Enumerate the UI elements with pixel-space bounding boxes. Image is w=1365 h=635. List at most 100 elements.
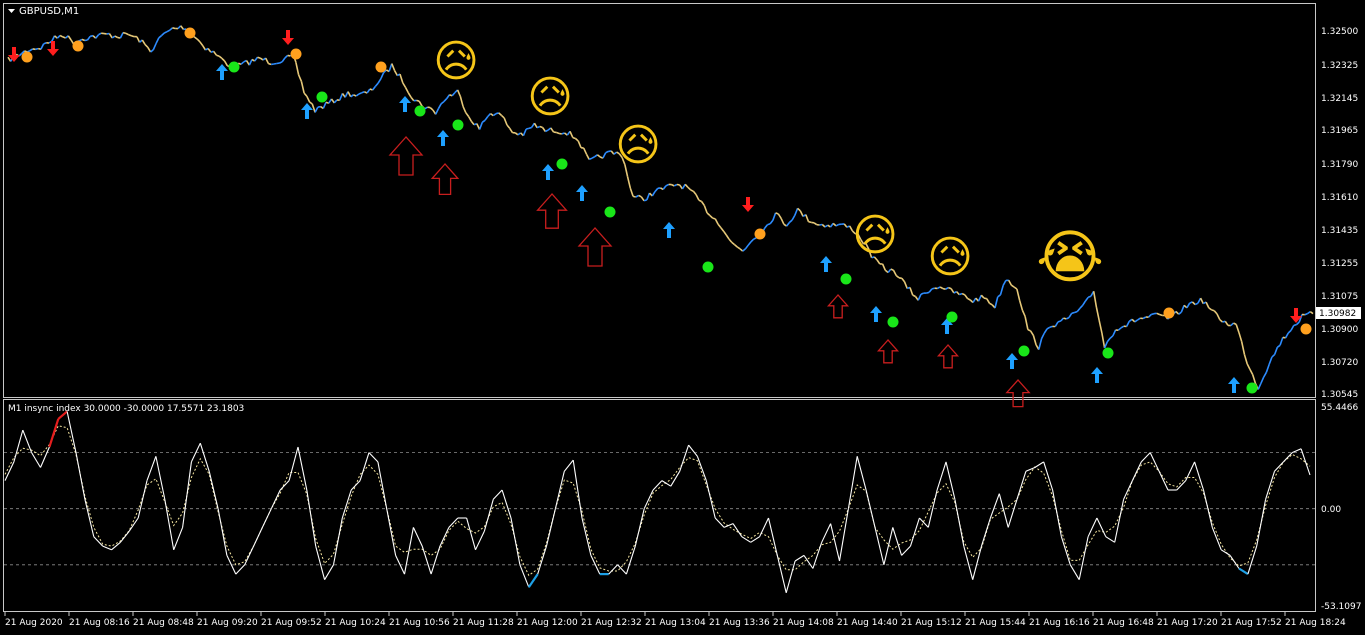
price-bar	[287, 54, 291, 57]
sad-face-emoji-icon: 😥	[527, 72, 573, 123]
sad-face-emoji-icon: 😥	[433, 36, 479, 87]
price-bar	[131, 35, 135, 38]
time-label: 21 Aug 08:16	[69, 618, 130, 628]
sell-dot-icon	[754, 228, 766, 240]
sell-dot-icon	[21, 51, 33, 63]
buy-dot-icon	[1102, 347, 1114, 359]
price-bar	[808, 220, 812, 224]
price-bar	[1304, 312, 1308, 316]
price-bar	[819, 223, 823, 226]
price-tick: 1.30720	[1321, 358, 1358, 368]
price-bar	[536, 125, 541, 129]
buy-dot-icon	[1246, 382, 1258, 394]
price-bar	[361, 91, 365, 94]
buy-dot-icon	[556, 158, 568, 170]
buy-dot-icon	[452, 119, 464, 131]
price-bar	[1057, 320, 1062, 323]
time-label: 21 Aug 13:04	[645, 618, 706, 628]
price-bar	[561, 132, 565, 135]
indicator-scale-zero: 0.00	[1321, 505, 1341, 515]
price-bar	[528, 126, 532, 130]
buy-dot-icon	[702, 261, 714, 273]
price-bar	[317, 105, 321, 108]
buy-dot-icon	[228, 61, 240, 73]
price-tick: 1.31610	[1321, 193, 1358, 203]
time-label: 21 Aug 16:48	[1093, 618, 1154, 628]
sell-dot-icon	[72, 40, 84, 52]
price-bar	[1027, 328, 1031, 332]
price-bar	[1211, 309, 1215, 312]
price-tick: 1.31075	[1321, 292, 1358, 302]
price-bar	[898, 277, 902, 280]
buy-dot-icon	[604, 206, 616, 218]
price-bar	[257, 56, 261, 59]
indicator-title: M1 insync index 30.0000 -30.0000 17.5571…	[8, 404, 244, 414]
price-bar	[931, 287, 935, 290]
price-bar	[588, 157, 593, 161]
sad-face-emoji-icon: 😭	[1036, 223, 1104, 291]
price-tick: 1.30900	[1321, 325, 1358, 335]
time-label: 21 Aug 16:16	[1029, 618, 1090, 628]
time-label: 21 Aug 11:28	[453, 618, 514, 628]
time-label: 21 Aug 15:44	[965, 618, 1026, 628]
price-bar	[35, 47, 39, 51]
price-bar	[942, 287, 946, 290]
price-bar	[948, 286, 952, 290]
price-tick: 1.32325	[1321, 61, 1358, 71]
buy-dot-icon	[316, 91, 328, 103]
price-bar	[890, 268, 894, 271]
price-bar	[358, 92, 363, 95]
sad-face-emoji-icon: 😥	[615, 120, 661, 171]
sell-dot-icon	[375, 61, 387, 73]
price-tick: 1.31255	[1321, 259, 1358, 269]
price-bar	[961, 292, 966, 296]
price-bar	[556, 131, 560, 135]
price-bar	[1087, 295, 1092, 299]
main-panel-frame	[3, 3, 1316, 398]
price-bar	[43, 42, 47, 45]
price-bar	[1293, 323, 1297, 327]
indicator-panel-frame	[3, 399, 1316, 612]
price-bar	[775, 212, 779, 215]
indicator-scale-max: 55.4466	[1321, 403, 1358, 413]
time-label: 21 Aug 15:12	[901, 618, 962, 628]
time-label: 21 Aug 18:24	[1285, 618, 1346, 628]
sad-face-emoji-icon: 😥	[927, 232, 973, 283]
price-bar	[128, 33, 132, 37]
price-bar	[81, 38, 86, 42]
time-label: 21 Aug 10:24	[325, 618, 386, 628]
price-bar	[122, 31, 127, 35]
price-bar	[1194, 302, 1199, 306]
time-label: 21 Aug 2020	[5, 618, 63, 628]
price-bar	[1049, 325, 1053, 329]
price-bar	[1074, 310, 1078, 314]
price-tick: 1.31435	[1321, 226, 1358, 236]
price-tick: 1.31790	[1321, 160, 1358, 170]
price-bar	[920, 292, 925, 295]
buy-dot-icon	[1018, 345, 1030, 357]
price-bar	[926, 291, 930, 294]
price-bar	[712, 217, 716, 220]
price-bar	[1063, 317, 1067, 320]
price-bar	[1156, 312, 1160, 316]
time-axis: 21 Aug 2020 21 Aug 08:16 21 Aug 08:48 21 Au…	[4, 612, 1346, 628]
price-axis: 1.32500 1.32325 1.32145 1.31965 1.31790 …	[1321, 27, 1358, 400]
price-bar	[1159, 313, 1163, 317]
price-bar	[572, 136, 576, 140]
price-bar	[539, 125, 543, 129]
current-price-label: 1.30982	[1319, 309, 1356, 319]
price-bar	[416, 99, 420, 102]
chart-window[interactable]: GBPUSD,M1 M1 insync index 30.0000 -30.00…	[0, 0, 1365, 635]
buy-dot-icon	[946, 311, 958, 323]
price-bar	[1071, 311, 1075, 315]
sell-dot-icon	[1163, 307, 1175, 319]
time-label: 21 Aug 14:40	[837, 618, 898, 628]
sad-face-emoji-icon: 😥	[852, 210, 898, 261]
time-label: 21 Aug 13:36	[709, 618, 770, 628]
price-bar	[172, 27, 176, 30]
time-label: 21 Aug 09:52	[261, 618, 322, 628]
price-bar	[767, 223, 771, 226]
time-label: 21 Aug 14:08	[773, 618, 834, 628]
price-tick: 1.31965	[1321, 126, 1358, 136]
buy-dot-icon	[840, 273, 852, 285]
